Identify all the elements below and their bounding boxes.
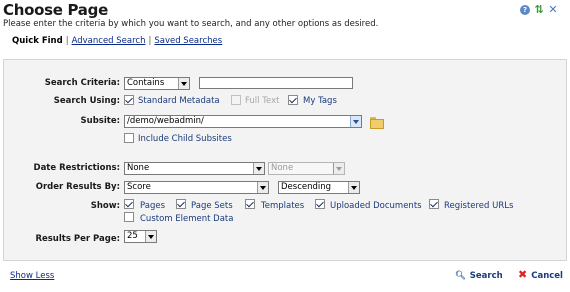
include-child-subsites-label: Include Child Subsites [138, 134, 232, 144]
date-range-value: None [271, 163, 294, 173]
header-icons: ? ⇅ ✕ [520, 4, 558, 15]
subsite-select[interactable]: /demo/webadmin/ [124, 115, 362, 128]
show-less-link[interactable]: Show Less [10, 271, 54, 281]
date-restrictions-select[interactable]: None [124, 162, 265, 175]
chevron-down-icon [348, 182, 359, 193]
show-uploaded-documents-checkbox[interactable] [315, 199, 325, 209]
show-custom-element-data-checkbox[interactable] [124, 212, 134, 222]
order-field-value: Score [127, 182, 151, 192]
show-label: Show: [90, 201, 120, 211]
chevron-down-icon [253, 163, 264, 174]
date-restrictions-label: Date Restrictions: [33, 163, 120, 173]
help-icon[interactable]: ? [520, 5, 530, 15]
subsite-value: /demo/webadmin/ [127, 116, 204, 126]
date-restrictions-value: None [127, 163, 150, 173]
results-per-page-label: Results Per Page: [35, 234, 120, 244]
include-child-subsites-checkbox[interactable] [124, 133, 134, 143]
subsite-label: Subsite: [80, 116, 120, 126]
search-criteria-mode-select[interactable]: Contains [124, 77, 190, 90]
results-per-page-value: 25 [127, 231, 138, 241]
page-subtitle: Please enter the criteria by which you w… [3, 19, 379, 29]
tab-quick-find[interactable]: Quick Find [12, 36, 63, 46]
magnifier-icon: 🔍︎ [455, 271, 466, 281]
search-button-label: Search [469, 271, 503, 281]
show-page-sets-label: Page Sets [191, 201, 233, 211]
show-templates-checkbox[interactable] [245, 199, 255, 209]
order-field-select[interactable]: Score [124, 181, 269, 194]
search-criteria-input[interactable] [199, 77, 353, 89]
tab-advanced-search[interactable]: Advanced Search [72, 36, 146, 46]
show-registered-urls-label: Registered URLs [444, 201, 514, 211]
red-x-icon: ✖ [518, 268, 528, 281]
tab-separator: | [148, 36, 152, 46]
results-per-page-select[interactable]: 25 [124, 230, 157, 243]
cancel-button-label: Cancel [531, 271, 563, 281]
my-tags-checkbox[interactable] [288, 95, 298, 105]
order-results-label: Order Results By: [35, 182, 120, 192]
show-registered-urls-checkbox[interactable] [429, 199, 439, 209]
show-templates-label: Templates [261, 201, 305, 211]
show-custom-element-data-label: Custom Element Data [140, 214, 234, 224]
show-pages-checkbox[interactable] [124, 199, 134, 209]
search-using-label: Search Using: [53, 96, 120, 106]
my-tags-label: My Tags [303, 96, 337, 106]
full-text-checkbox[interactable] [231, 95, 241, 105]
chevron-down-icon [178, 78, 189, 89]
search-criteria-mode-value: Contains [127, 78, 165, 88]
search-form-panel: Search Criteria: Contains Search Using: … [3, 59, 567, 261]
show-pages-label: Pages [140, 201, 166, 211]
tab-saved-searches[interactable]: Saved Searches [154, 36, 222, 46]
full-text-label: Full Text [245, 96, 280, 106]
standard-metadata-checkbox[interactable] [124, 95, 134, 105]
standard-metadata-label: Standard Metadata [138, 96, 220, 106]
cancel-button[interactable]: ✖ Cancel [518, 268, 563, 281]
date-range-select[interactable]: None [268, 162, 345, 175]
show-uploaded-documents-label: Uploaded Documents [330, 201, 422, 211]
order-direction-value: Descending [281, 182, 332, 192]
page-title: Choose Page [3, 1, 108, 19]
search-button[interactable]: 🔍︎ Search [455, 271, 503, 281]
refresh-icon[interactable]: ⇅ [534, 4, 544, 15]
chevron-down-icon [257, 182, 268, 193]
chevron-down-icon [333, 163, 344, 174]
close-icon[interactable]: ✕ [548, 4, 558, 15]
order-direction-select[interactable]: Descending [278, 181, 360, 194]
tab-separator: | [65, 36, 69, 46]
show-page-sets-checkbox[interactable] [176, 199, 186, 209]
search-tabs: Quick Find | Advanced Search | Saved Searche… [12, 36, 222, 46]
chevron-down-icon [350, 116, 361, 127]
chevron-down-icon [145, 231, 156, 242]
search-criteria-label: Search Criteria: [44, 78, 120, 88]
folder-icon[interactable] [370, 117, 384, 129]
